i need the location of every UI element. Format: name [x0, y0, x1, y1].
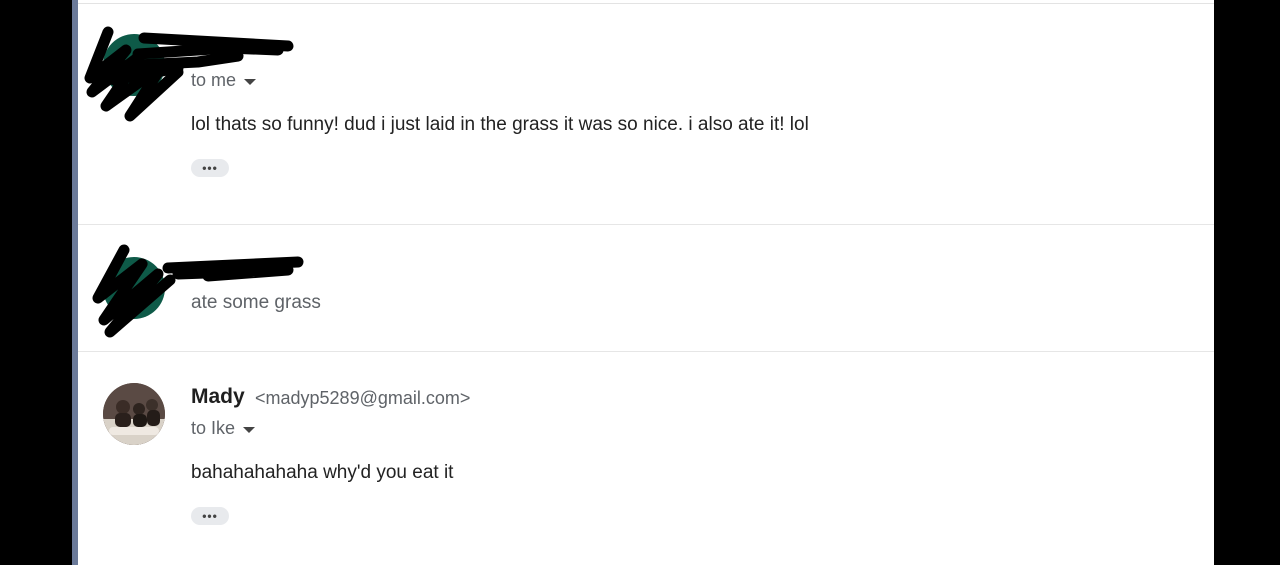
show-trimmed-content-button[interactable]: ••• [191, 507, 229, 525]
avatar[interactable] [103, 34, 165, 96]
message-body: lol thats so funny! dud i just laid in t… [191, 114, 809, 135]
divider [78, 224, 1214, 225]
message-snippet[interactable]: ate some grass [191, 292, 321, 314]
chevron-down-icon[interactable] [243, 427, 256, 433]
recipient-toggle[interactable]: to Ike [191, 418, 256, 439]
message-body: bahahahahaha why'd you eat it [191, 462, 454, 483]
chevron-down-icon[interactable] [244, 79, 257, 85]
avatar-photo-icon [103, 383, 165, 445]
divider [78, 351, 1214, 352]
more-options-icon: ••• [202, 509, 218, 523]
more-options-icon: ••• [202, 161, 218, 175]
divider [78, 3, 1214, 4]
show-trimmed-content-button[interactable]: ••• [191, 159, 229, 177]
sender-name[interactable]: Mady [191, 385, 245, 409]
recipient-label: to Ike [191, 418, 236, 438]
avatar[interactable] [103, 257, 165, 319]
avatar[interactable] [103, 383, 165, 445]
recipient-label: to me [191, 70, 237, 90]
email-thread: to me lol thats so funny! dud i just lai… [78, 0, 1214, 565]
sender-email: <madyp5289@gmail.com> [255, 388, 471, 408]
recipient-toggle[interactable]: to me [191, 70, 257, 91]
